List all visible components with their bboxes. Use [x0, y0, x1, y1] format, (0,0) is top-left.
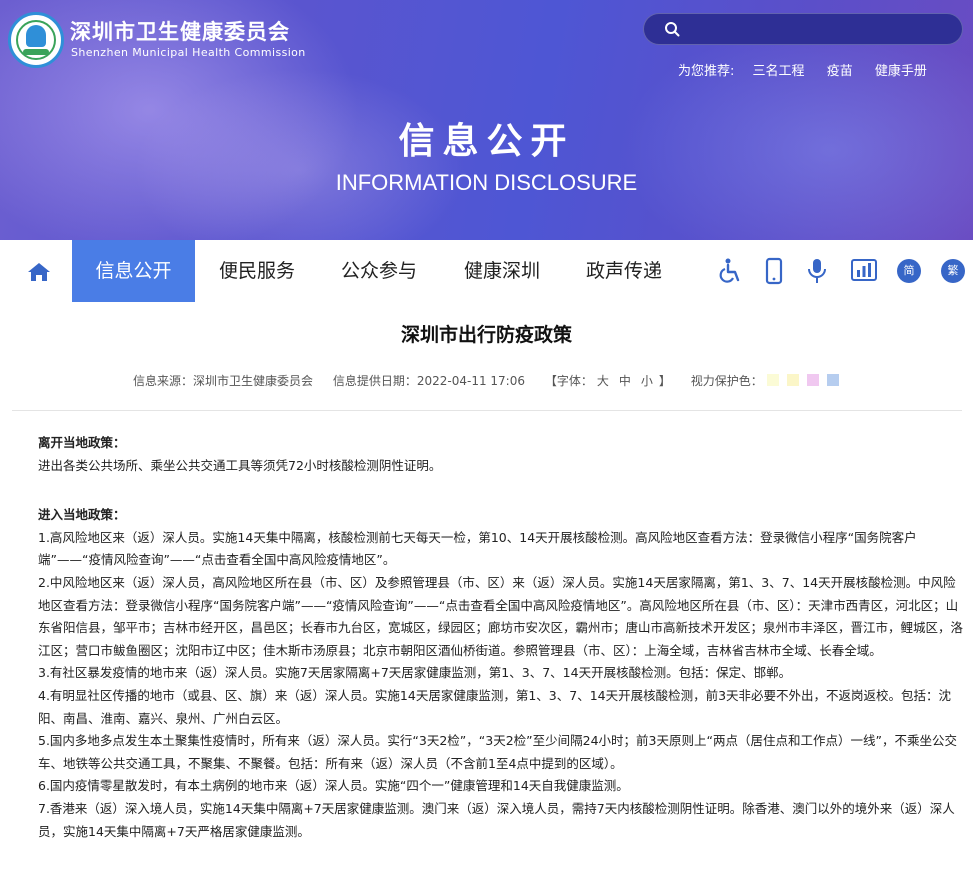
enter-policy-item: 5.国内多地多点发生本土聚集性疫情时，所有来（返）深人员。实行“3天2检”，“3… — [38, 733, 957, 771]
leave-policy-heading: 离开当地政策： — [38, 435, 126, 450]
search-icon[interactable] — [664, 21, 680, 37]
eye-care-label: 视力保护色： — [690, 374, 763, 388]
nav-item-healthy-shenzhen[interactable]: 健康深圳 — [448, 240, 556, 302]
enter-policy-item: 6.国内疫情零星散发时，有本土病例的地市来（返）深人员。实施“四个一”健康管理和… — [38, 778, 629, 794]
commission-logo-icon[interactable] — [8, 12, 64, 68]
leave-policy-text: 进出各类公共场所、乘坐公共交通工具等须凭72小时核酸检测阴性证明。 — [38, 457, 442, 473]
nav-item-info-disclosure[interactable]: 信息公开 — [72, 240, 195, 302]
recommend-label: 为您推荐: — [678, 64, 735, 79]
search-box[interactable] — [643, 13, 963, 45]
enter-policy-item: 1.高风险地区来（返）深人员。实施14天集中隔离，核酸检测前七天每天一检，第10… — [38, 529, 917, 568]
recommend-bar: 为您推荐: 三名工程 疫苗 健康手册 — [678, 60, 945, 79]
statistics-icon[interactable] — [850, 257, 878, 285]
hero-title-en: INFORMATION DISCLOSURE — [335, 170, 638, 195]
enter-policy-item: 7.香港来（返）深入境人员，实施14天集中隔离+7天居家健康监测。澳门来（返）深… — [38, 800, 955, 839]
recommend-link[interactable]: 三名工程 — [753, 64, 805, 79]
font-size-small-button[interactable]: 小 — [641, 374, 653, 388]
org-name-cn[interactable]: 深圳市卫生健康委员会 — [70, 16, 290, 46]
accessibility-icon[interactable] — [716, 257, 744, 285]
meta-divider — [12, 410, 962, 411]
org-name-en[interactable]: Shenzhen Municipal Health Commission — [71, 46, 306, 59]
font-size-large-button[interactable]: 大 — [597, 374, 609, 388]
traditional-chinese-button[interactable]: 繁 — [941, 259, 965, 283]
home-icon[interactable] — [22, 260, 56, 284]
eye-care-swatch[interactable] — [786, 374, 799, 386]
info-date: 信息提供日期：2022-04-11 17:06 — [332, 374, 525, 388]
simplified-chinese-button[interactable]: 简 — [897, 259, 921, 283]
article-body: 离开当地政策： 进出各类公共场所、乘坐公共交通工具等须凭72小时核酸检测阴性证明… — [38, 432, 963, 843]
font-size-medium-button[interactable]: 中 — [619, 374, 631, 388]
mobile-icon[interactable] — [760, 257, 788, 285]
font-size-close: 】 — [658, 374, 671, 388]
nav-item-participation[interactable]: 公众参与 — [325, 240, 433, 302]
eye-care-swatch[interactable] — [806, 374, 819, 386]
font-size-label: 【字体： — [544, 374, 593, 388]
nav-item-policy-voice[interactable]: 政声传递 — [570, 240, 678, 302]
hero-title-cn: 信息公开 — [398, 120, 575, 162]
enter-policy-item: 4.有明显社区传播的地市（或县、区、旗）来（返）深人员。实施14天居家健康监测，… — [38, 687, 952, 726]
nav-item-services[interactable]: 便民服务 — [203, 240, 311, 302]
enter-policy-heading: 进入当地政策： — [38, 507, 126, 523]
eye-care-swatch[interactable] — [826, 374, 839, 386]
article-meta: 信息来源：深圳市卫生健康委员会 信息提供日期：2022-04-11 17:06 … — [133, 372, 847, 389]
enter-policy-item: 2.中风险地区来（返）深人员，高风险地区所在县（市、区）及参照管理县（市、区）来… — [38, 574, 964, 658]
info-source: 信息来源：深圳市卫生健康委员会 — [133, 374, 314, 388]
header-banner: 深圳市卫生健康委员会 Shenzhen Municipal Health Com… — [0, 0, 973, 240]
recommend-link[interactable]: 健康手册 — [875, 64, 927, 79]
main-nav: 信息公开 便民服务 公众参与 健康深圳 政声传递 简 繁 — [0, 240, 973, 302]
search-input[interactable] — [692, 18, 952, 40]
recommend-link[interactable]: 疫苗 — [827, 64, 853, 79]
enter-policy-item: 3.有社区暴发疫情的地市来（返）深人员。实施7天居家隔离+7天居家健康监测，第1… — [38, 665, 792, 681]
eye-care-swatch[interactable] — [766, 374, 779, 386]
article-title: 深圳市出行防疫政策 — [400, 324, 572, 346]
microphone-icon[interactable] — [803, 257, 831, 285]
